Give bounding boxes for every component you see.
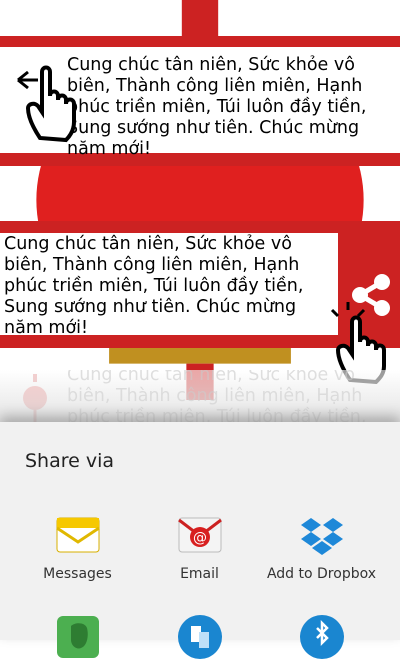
messages-icon [55, 517, 100, 553]
email-icon: @ [177, 517, 222, 553]
share-app-evernote[interactable] [11, 612, 144, 662]
share-app-wifi-direct[interactable] [133, 612, 266, 662]
swipe-hand-icon [17, 65, 76, 143]
svg-text:@: @ [193, 530, 207, 546]
evernote-icon [56, 616, 99, 658]
share-app-email[interactable]: @ Email [133, 510, 266, 582]
wifi-direct-icon [177, 615, 222, 659]
share-app-messages[interactable]: Messages [11, 510, 144, 582]
share-sheet: Share via Messages @ Email Add to Dropbo… [0, 422, 400, 659]
share-app-label: Messages [43, 566, 112, 582]
share-app-label: Add to Dropbox [266, 566, 377, 582]
share-app-label: Email [180, 566, 219, 582]
share-app-bluetooth[interactable] [255, 612, 388, 662]
bluetooth-icon [299, 615, 344, 659]
share-sheet-title: Share via [25, 450, 115, 472]
message-text-2: Cung chúc tân niên, Sức khỏe vô biên, Th… [4, 234, 304, 338]
dropbox-icon [300, 518, 343, 555]
share-app-dropbox[interactable]: Add to Dropbox [255, 510, 388, 582]
sheet-shadow-overlay [0, 370, 400, 430]
message-text-1: Cung chúc tân niên, Sức khỏe vô biên, Th… [67, 55, 367, 159]
